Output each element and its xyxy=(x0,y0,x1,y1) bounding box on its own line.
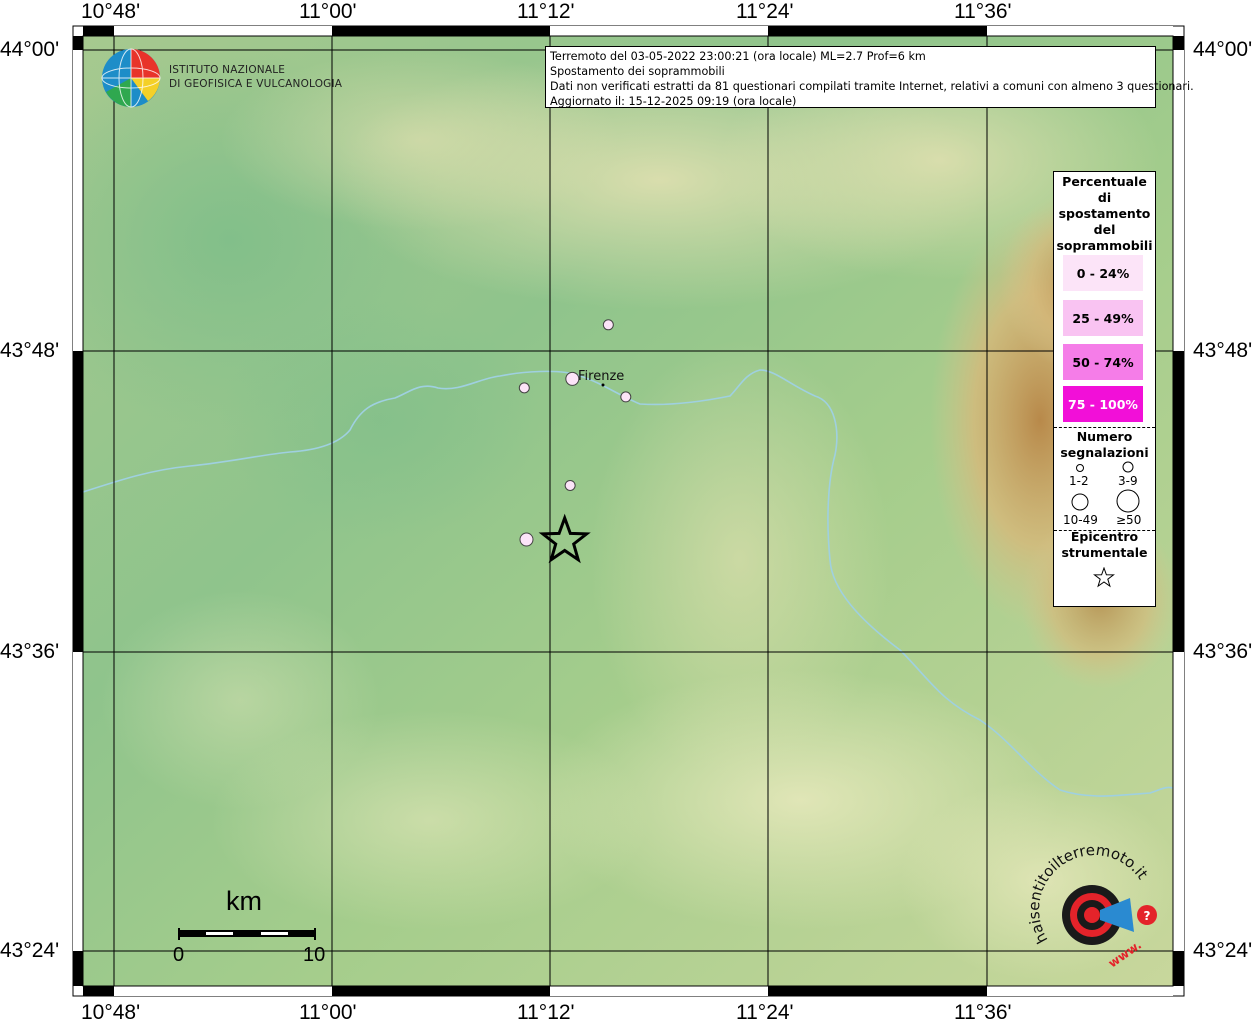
observation-point[interactable] xyxy=(620,391,632,403)
ingv-name-line1: ISTITUTO NAZIONALE xyxy=(169,64,286,76)
lat-left-3: 43°36' xyxy=(0,640,60,663)
legend-star-icon xyxy=(1093,567,1115,588)
lon-top-2: 11°00' xyxy=(299,0,357,23)
legend-title-line: soprammobili xyxy=(1056,238,1153,253)
legend-title-line: Percentuale xyxy=(1062,174,1147,189)
data-note: Dati non verificati estratti da 81 quest… xyxy=(550,80,1194,93)
observation-point[interactable] xyxy=(519,532,534,547)
scale-end: 10 xyxy=(303,944,326,966)
lon-top-4: 11°24' xyxy=(736,0,794,23)
epicenter-title: Epicentro strumentale xyxy=(1054,529,1155,561)
scale-unit: km xyxy=(226,886,262,916)
lon-bottom-1: 10°48' xyxy=(81,1001,141,1024)
legend-class-label: 25 - 49% xyxy=(1072,310,1134,326)
legend-class-2: 50 - 74% xyxy=(1063,344,1143,380)
event-title: Terremoto del 03-05-2022 23:00:21 (ora l… xyxy=(550,50,926,63)
legend-class-3: 75 - 100% xyxy=(1063,386,1143,422)
count-label-3: 10-49 xyxy=(1063,513,1098,527)
legend-title: Percentuale di spostamento del soprammob… xyxy=(1054,174,1155,254)
terrain xyxy=(83,36,1173,986)
lat-right-3: 43°36' xyxy=(1193,640,1253,663)
legend-class-label: 0 - 24% xyxy=(1076,265,1130,281)
lat-left-4: 43°24' xyxy=(0,939,60,962)
map-subject: Spostamento dei soprammobili xyxy=(550,65,725,78)
legend-title-line: del xyxy=(1093,222,1116,237)
lon-top-5: 11°36' xyxy=(954,0,1012,23)
legend-title-line: spostamento xyxy=(1058,206,1151,221)
event-info-box: Terremoto del 03-05-2022 23:00:21 (ora l… xyxy=(545,46,1194,108)
updated-time: Aggiornato il: 15-12-2025 09:19 (ora loc… xyxy=(550,95,797,108)
city-label-firenze: Firenze xyxy=(578,369,625,384)
legend-title-line: di xyxy=(1097,190,1112,205)
lat-right-2: 43°48' xyxy=(1193,339,1253,362)
count-title-line: Numero xyxy=(1076,429,1133,444)
count-label-2: 3-9 xyxy=(1118,474,1138,488)
lat-right-1: 44°00' xyxy=(1193,38,1253,61)
observation-point[interactable] xyxy=(518,382,530,394)
lon-bottom-5: 11°36' xyxy=(954,1001,1012,1024)
legend-class-label: 50 - 74% xyxy=(1072,354,1134,370)
epicenter-title-line: Epicentro xyxy=(1070,529,1139,544)
observation-point[interactable] xyxy=(564,479,576,491)
epicenter-title-line: strumentale xyxy=(1061,545,1148,560)
ingv-name: ISTITUTO NAZIONALE DI GEOFISICA E VULCAN… xyxy=(169,63,342,91)
ingv-name-line2: DI GEOFISICA E VULCANOLOGIA xyxy=(169,78,343,90)
lat-left-1: 44°00' xyxy=(0,38,60,61)
count-label-1: 1-2 xyxy=(1069,474,1089,488)
ingv-logo-icon xyxy=(101,48,161,108)
lon-bottom-2: 11°00' xyxy=(299,1001,357,1024)
scale-start: 0 xyxy=(173,944,185,966)
legend-class-0: 0 - 24% xyxy=(1063,255,1143,291)
lon-bottom-3: 11°12' xyxy=(517,1001,575,1024)
legend-class-label: 75 - 100% xyxy=(1068,396,1138,412)
count-label-4: ≥50 xyxy=(1116,513,1142,527)
legend-class-1: 25 - 49% xyxy=(1063,300,1143,336)
svg-text:?: ? xyxy=(1144,909,1151,923)
lon-bottom-4: 11°24' xyxy=(736,1001,794,1024)
lat-left-2: 43°48' xyxy=(0,339,60,362)
legend: Percentuale di spostamento del soprammob… xyxy=(1053,171,1156,607)
lon-top-3: 11°12' xyxy=(517,0,575,23)
observation-point[interactable] xyxy=(565,371,580,386)
lat-right-4: 43°24' xyxy=(1193,939,1253,962)
lon-top-1: 10°48' xyxy=(81,0,141,23)
observation-point[interactable] xyxy=(602,319,614,331)
legend-separator xyxy=(1054,427,1155,428)
